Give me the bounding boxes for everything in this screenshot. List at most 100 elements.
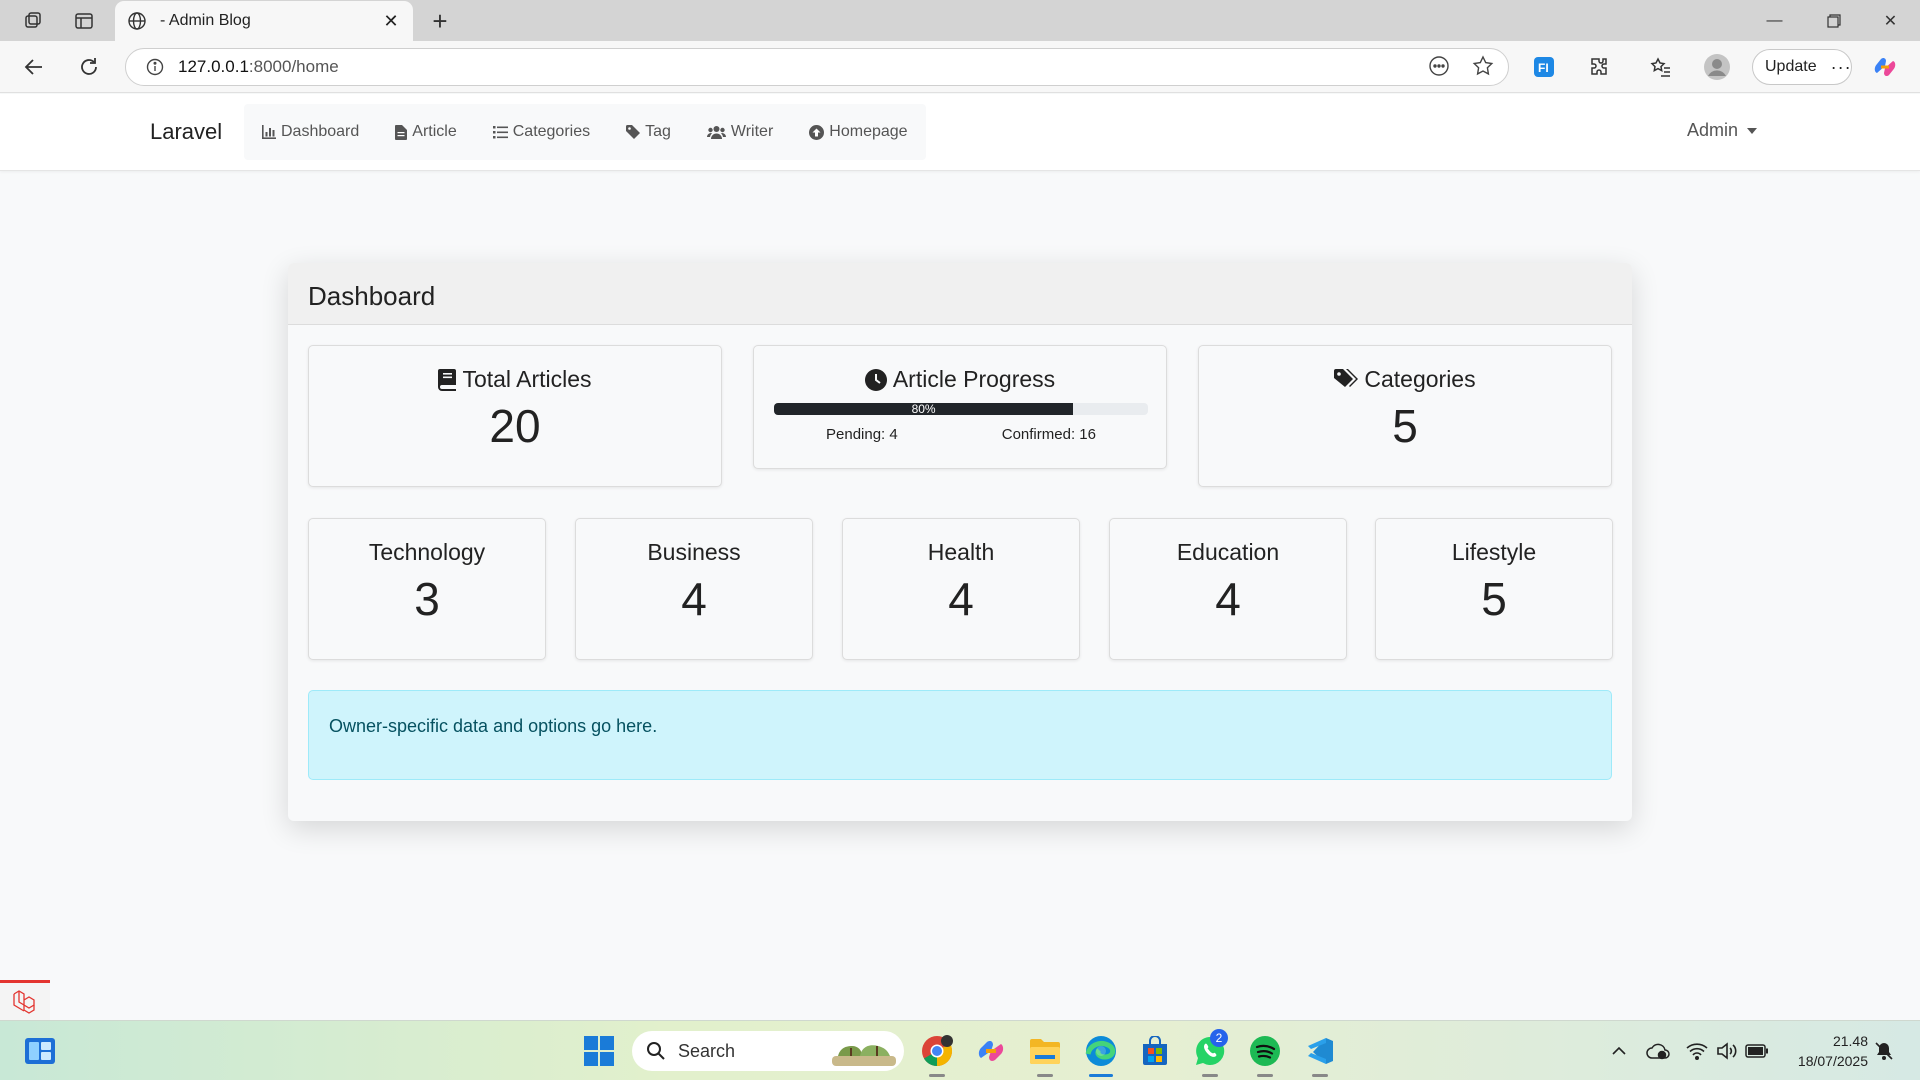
laravel-logo-icon — [12, 989, 38, 1014]
clock-icon — [864, 368, 887, 391]
category-card-lifestyle: Lifestyle 5 — [1375, 518, 1613, 660]
nav-item-categories[interactable]: Categories — [475, 104, 608, 160]
spotify-icon[interactable] — [1245, 1031, 1285, 1077]
navbar-brand[interactable]: Laravel — [150, 119, 222, 145]
minimize-button[interactable]: — — [1745, 0, 1804, 41]
onedrive-cloud-icon[interactable] — [1644, 1037, 1672, 1065]
total-articles-value: 20 — [489, 400, 541, 452]
back-button[interactable] — [16, 50, 52, 84]
taskbar-search[interactable]: Search — [632, 1031, 904, 1071]
search-icon — [646, 1041, 666, 1061]
category-count: 3 — [414, 573, 440, 625]
clock-date: 18/07/2025 — [1797, 1053, 1868, 1069]
categories-value: 5 — [1392, 400, 1418, 452]
file-icon — [395, 124, 408, 140]
category-card-business: Business 4 — [575, 518, 813, 660]
confirmed-count: Confirmed: 16 — [1001, 426, 1096, 443]
article-progress-fill: 80% — [774, 403, 1074, 415]
categories-label: Categories — [1364, 366, 1476, 392]
tab-title: - Admin Blog — [160, 12, 251, 29]
nav-label-writer: Writer — [730, 123, 774, 140]
profile-avatar-icon[interactable] — [1700, 50, 1734, 84]
nav-item-tag[interactable]: Tag — [608, 104, 689, 160]
new-tab-button[interactable]: + — [420, 6, 460, 36]
owner-info-alert: Owner-specific data and options go here. — [308, 690, 1612, 780]
admin-user-dropdown[interactable]: Admin — [1687, 120, 1758, 141]
category-name: Business — [647, 539, 741, 565]
nav-item-writer[interactable]: Writer — [689, 104, 791, 160]
address-bar[interactable]: 127.0.0.1:8000/home — [125, 48, 1509, 86]
chrome-icon[interactable] — [917, 1031, 957, 1077]
notifications-bell-icon[interactable] — [1870, 1037, 1898, 1065]
nav-label-dashboard: Dashboard — [281, 123, 360, 140]
windows-start-icon[interactable] — [579, 1031, 619, 1071]
edge-browser-icon[interactable] — [1081, 1031, 1121, 1077]
nav-item-article[interactable]: Article — [377, 104, 474, 160]
main-nav: Dashboard Article Categories Tag Writer — [244, 104, 926, 160]
workspaces-icon[interactable] — [13, 6, 53, 36]
copilot-icon[interactable] — [1868, 50, 1902, 84]
vertical-tabs-icon[interactable] — [64, 6, 104, 36]
nav-label-homepage: Homepage — [829, 123, 908, 140]
category-name: Health — [927, 539, 995, 565]
page-title: Dashboard — [288, 263, 1632, 325]
restore-button[interactable] — [1804, 0, 1863, 41]
close-window-button[interactable]: ✕ — [1861, 0, 1920, 41]
category-count: 4 — [1215, 573, 1241, 625]
browser-titlebar: - Admin Blog ✕ + — ✕ — [0, 0, 1920, 41]
laravel-debugbar-toggle[interactable] — [0, 980, 50, 1020]
total-articles-title: Total Articles — [309, 366, 721, 393]
admin-user-name: Admin — [1687, 120, 1739, 140]
volume-icon[interactable] — [1713, 1037, 1741, 1065]
wifi-icon[interactable] — [1683, 1037, 1711, 1065]
whatsapp-icon[interactable]: 2 — [1190, 1029, 1230, 1077]
vscode-icon[interactable] — [1300, 1031, 1340, 1077]
dashboard-card: Dashboard Total Articles 20 Article Prog… — [288, 263, 1632, 821]
nav-item-homepage[interactable]: Homepage — [791, 104, 925, 160]
list-icon — [492, 125, 508, 139]
system-clock[interactable]: 21.48 18/07/2025 — [1780, 1031, 1868, 1071]
category-name: Education — [1176, 539, 1280, 565]
chart-bar-icon — [262, 125, 276, 139]
nav-label-categories: Categories — [512, 123, 591, 140]
windows-taskbar: Search 2 21.48 18/07/2025 — [0, 1020, 1920, 1080]
category-count: 5 — [1481, 573, 1507, 625]
category-card-health: Health 4 — [842, 518, 1080, 660]
nav-label-article: Article — [412, 123, 457, 140]
total-articles-label: Total Articles — [462, 366, 592, 392]
file-explorer-icon[interactable] — [1025, 1031, 1065, 1077]
extensions-puzzle-icon[interactable] — [1582, 50, 1616, 84]
total-articles-card: Total Articles 20 — [308, 345, 722, 487]
favorites-icon[interactable] — [1644, 50, 1678, 84]
show-hidden-icons-chevron-icon[interactable] — [1605, 1037, 1633, 1065]
nav-item-dashboard[interactable]: Dashboard — [244, 104, 377, 160]
update-label: Update — [1765, 58, 1817, 75]
book-icon — [438, 368, 457, 391]
category-count: 4 — [681, 573, 707, 625]
close-tab-icon[interactable]: ✕ — [381, 11, 401, 32]
category-count: 4 — [948, 573, 974, 625]
update-button[interactable]: Update ··· — [1752, 49, 1852, 85]
app-navbar: Laravel Dashboard Article Categories Tag — [0, 94, 1920, 171]
info-icon[interactable] — [146, 58, 164, 76]
browser-tab-active[interactable]: - Admin Blog ✕ — [115, 1, 413, 41]
favorite-star-icon[interactable] — [1472, 55, 1494, 77]
pending-count: Pending: 4 — [826, 426, 898, 443]
category-name: Lifestyle — [1451, 539, 1537, 565]
more-options-icon[interactable]: ··· — [1831, 57, 1852, 78]
svg-text:FI: FI — [1538, 61, 1549, 75]
microsoft-store-icon[interactable] — [1135, 1031, 1175, 1071]
whatsapp-unread-badge: 2 — [1210, 1029, 1228, 1047]
search-placeholder: Search — [678, 1040, 736, 1061]
article-progress-card: Article Progress 80% Pending: 4 Confirme… — [753, 345, 1167, 469]
tag-icon — [626, 125, 641, 139]
nav-label-tag: Tag — [645, 123, 671, 140]
extension-fi-icon[interactable]: FI — [1527, 50, 1561, 84]
category-card-technology: Technology 3 — [308, 518, 546, 660]
article-progress-title: Article Progress — [754, 366, 1166, 393]
reader-more-icon[interactable] — [1428, 55, 1450, 77]
battery-icon[interactable] — [1743, 1037, 1771, 1065]
reload-button[interactable] — [71, 50, 107, 84]
copilot-app-icon[interactable] — [971, 1031, 1011, 1071]
widgets-icon[interactable] — [20, 1031, 60, 1071]
